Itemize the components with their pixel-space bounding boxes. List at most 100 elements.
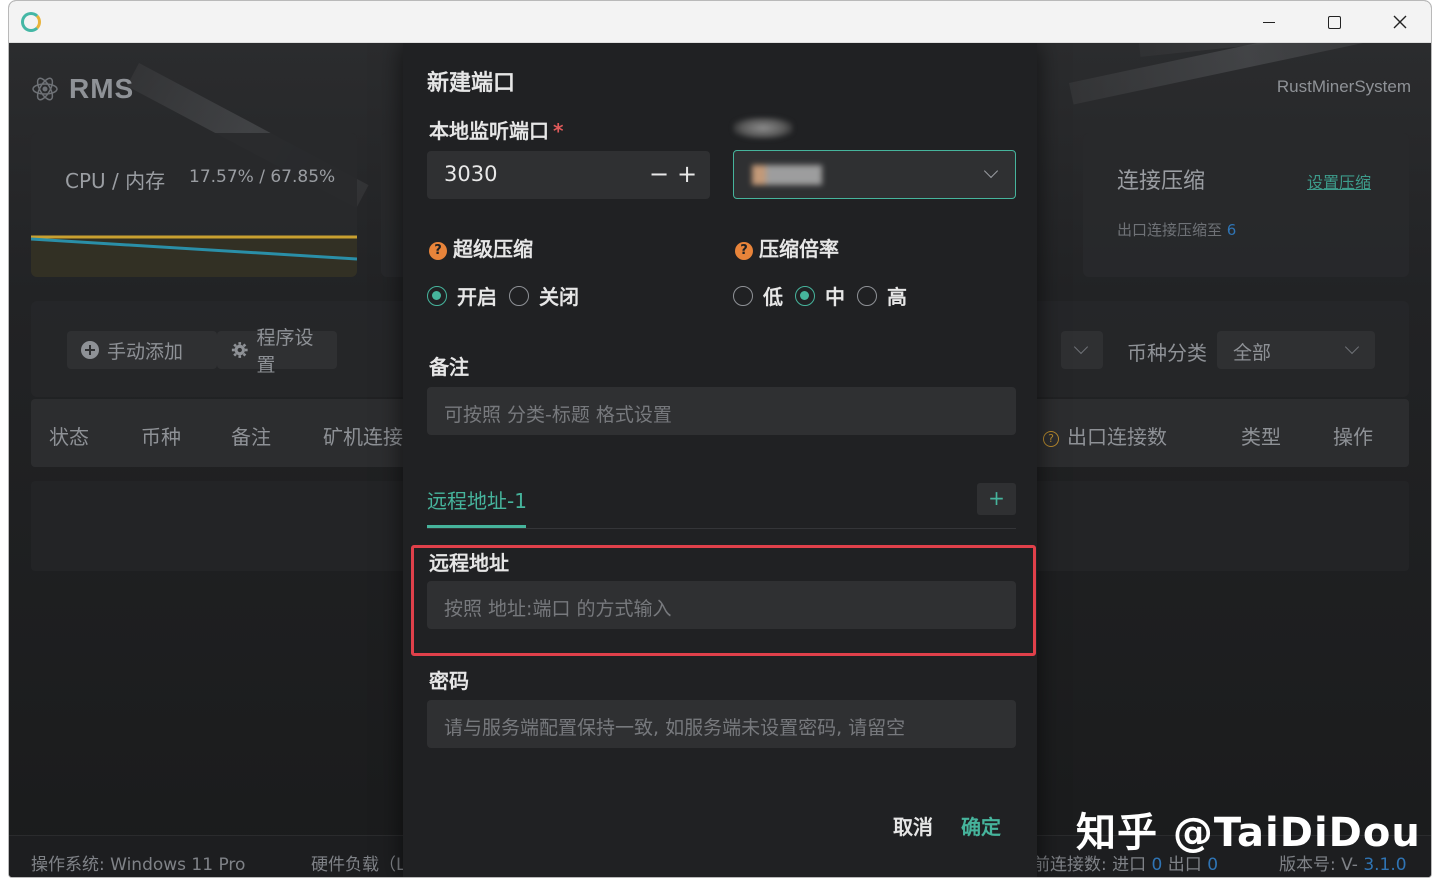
manual-add-label: 手动添加 [107, 340, 184, 363]
cpu-memory-sparkline [31, 235, 357, 277]
radio-label: 高 [887, 285, 907, 309]
column-header: 状态 [49, 425, 89, 449]
help-icon[interactable]: ? [1043, 431, 1059, 447]
remark-input[interactable]: 可按照 分类-标题 格式设置 [427, 387, 1016, 435]
compress-ratio-text: 压缩倍率 [759, 237, 839, 261]
coin-filter-value: 全部 [1233, 342, 1272, 364]
dialog-title: 新建端口 [427, 71, 516, 96]
super-compress-text: 超级压缩 [453, 237, 533, 261]
radio-label: 开启 [457, 285, 497, 309]
radio-dot [509, 285, 529, 306]
close-button[interactable] [1377, 7, 1423, 37]
decrement-button[interactable]: − [649, 160, 669, 188]
app-icon [21, 12, 41, 32]
radio-dot [857, 285, 877, 306]
remark-label: 备注 [429, 355, 469, 379]
column-header: 备注 [231, 425, 271, 449]
os-info: 操作系统: Windows 11 Pro [31, 855, 246, 875]
title-bar [9, 1, 1431, 43]
program-settings-label: 程序设置 [256, 327, 314, 376]
required-mark: * [553, 119, 564, 143]
blurred-selection [752, 165, 822, 185]
radio-label: 中 [825, 285, 845, 309]
close-icon [1393, 15, 1407, 29]
brand-name: RMS [69, 73, 135, 104]
super-compress-label: ? 超级压缩 [429, 233, 533, 262]
super-compress-radio-group: 开启 关闭 [427, 281, 591, 310]
radio-dot [427, 285, 447, 306]
cpu-memory-value: 17.57% / 67.85% [189, 167, 336, 187]
compress-title: 连接压缩 [1117, 169, 1206, 194]
compress-ratio-label: ? 压缩倍率 [735, 233, 839, 262]
conn-out-value: 0 [1207, 855, 1219, 875]
manual-add-button[interactable]: 手动添加 [67, 331, 217, 369]
password-placeholder: 请与服务端配置保持一致, 如服务端未设置密码, 请留空 [444, 717, 906, 739]
cpu-memory-label: CPU / 内存 [65, 169, 166, 193]
compress-desc-value: 6 [1226, 221, 1237, 239]
version-value: 3.1.0 [1363, 855, 1407, 875]
increment-button[interactable]: + [677, 160, 697, 188]
radio-dot [733, 285, 753, 306]
column-header: 操作 [1333, 425, 1373, 449]
minimize-button[interactable] [1245, 7, 1291, 37]
program-settings-button[interactable]: 程序设置 [217, 327, 337, 376]
conn-prefix: 前连接数: 进口 [1033, 855, 1152, 875]
compress-desc-text: 出口连接压缩至 [1117, 221, 1227, 239]
chevron-down-icon [1073, 339, 1089, 355]
maximize-button[interactable] [1311, 7, 1357, 37]
remote-address-tabs: 远程地址-1 + [427, 479, 1016, 529]
chevron-down-icon [1344, 339, 1360, 355]
hardware-load: 硬件负载（L [311, 855, 406, 875]
conn-in-value: 0 [1151, 855, 1163, 875]
radio-label: 关闭 [539, 285, 579, 309]
atom-logo-icon [32, 77, 58, 101]
cancel-button[interactable]: 取消 [893, 811, 933, 840]
help-icon[interactable]: ? [735, 242, 753, 260]
coin-filter-select[interactable]: 全部 [1217, 331, 1375, 369]
radio-dot [795, 285, 815, 306]
cpu-memory-card: CPU / 内存 17.57% / 67.85% [31, 133, 357, 277]
radio-ratio-medium[interactable]: 中 [795, 281, 845, 310]
radio-super-compress-off[interactable]: 关闭 [509, 281, 579, 310]
radio-super-compress-on[interactable]: 开启 [427, 281, 497, 310]
port-value[interactable]: 3030 [444, 162, 497, 186]
blurred-label [733, 117, 793, 139]
compress-ratio-radio-group: 低 中 高 [733, 281, 919, 310]
column-header: 类型 [1241, 425, 1281, 449]
column-header: 矿机连接 [323, 425, 403, 449]
tab-active-indicator [427, 525, 526, 528]
add-tab-button[interactable]: + [977, 483, 1016, 515]
column-header: 币种 [141, 425, 181, 449]
port-number-input[interactable]: 3030 − + [427, 151, 710, 199]
remark-placeholder: 可按照 分类-标题 格式设置 [444, 404, 672, 426]
port-label-text: 本地监听端口 [429, 119, 549, 143]
compress-description: 出口连接压缩至 6 [1117, 219, 1236, 240]
brand: RMS [31, 73, 134, 105]
app-window: RMS RustMinerSystem CPU / 内存 17.57% / 67… [8, 0, 1432, 878]
radio-ratio-low[interactable]: 低 [733, 281, 783, 310]
confirm-button[interactable]: 确定 [961, 811, 1001, 840]
password-input[interactable]: 请与服务端配置保持一致, 如服务端未设置密码, 请留空 [427, 700, 1016, 748]
coin-filter-label: 币种分类 [1127, 341, 1207, 365]
column-header-label: 出口连接数 [1067, 425, 1167, 449]
coin-select[interactable] [733, 150, 1016, 199]
watermark: 知乎 @TaiDiDou [1076, 810, 1421, 856]
new-port-dialog: 新建端口 本地监听端口 * 3030 − + ? 超级压缩 开启 关闭 ? 压缩倍率 … [403, 43, 1037, 877]
set-compress-link[interactable]: 设置压缩 [1307, 169, 1371, 193]
tab-remote-address-1[interactable]: 远程地址-1 [427, 485, 527, 514]
conn-mid: 出口 [1162, 855, 1208, 875]
brand-subtitle: RustMinerSystem [1276, 77, 1411, 96]
version-prefix: 版本号: V- [1279, 855, 1364, 875]
port-label: 本地监听端口 * [429, 115, 563, 144]
plus-circle-icon [81, 341, 99, 359]
help-icon[interactable]: ? [429, 242, 447, 260]
column-header-outbound: ? 出口连接数 [1043, 421, 1167, 450]
app-content: RMS RustMinerSystem CPU / 内存 17.57% / 67… [9, 43, 1431, 877]
gear-icon [231, 342, 248, 358]
radio-ratio-high[interactable]: 高 [857, 281, 907, 310]
connection-compress-card: 连接压缩 设置压缩 出口连接压缩至 6 [1083, 133, 1409, 277]
filter-dropdown[interactable] [1061, 331, 1103, 369]
radio-label: 低 [763, 285, 783, 309]
chevron-down-icon [983, 163, 999, 179]
highlight-annotation [411, 545, 1036, 656]
